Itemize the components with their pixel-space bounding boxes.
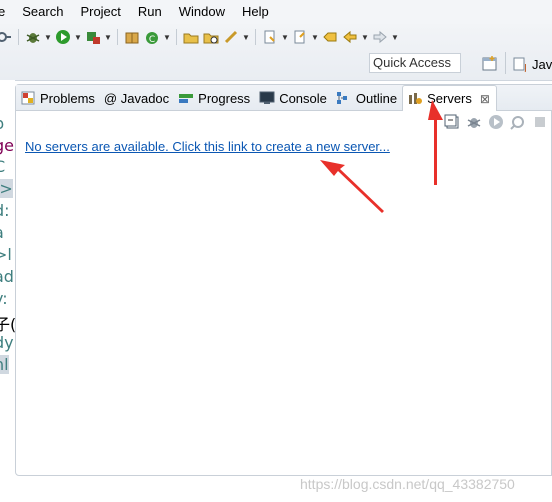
menu-run[interactable]: Run — [129, 0, 170, 24]
menu-project[interactable]: Project — [71, 0, 128, 24]
forward-dropdown-icon[interactable]: ▼ — [390, 28, 400, 46]
java-perspective-icon: J — [512, 55, 530, 73]
editor-line: >l — [0, 245, 12, 264]
back-icon[interactable] — [341, 28, 359, 46]
menu-bar: e Search Project Run Window Help — [0, 0, 552, 24]
next-annotation-icon[interactable] — [261, 28, 279, 46]
svg-text:J: J — [523, 63, 527, 72]
editor-line: |> — [0, 179, 13, 198]
prev-annotation-dropdown-icon[interactable]: ▼ — [310, 28, 320, 46]
tab-label: Progress — [198, 90, 251, 106]
start-server-icon[interactable] — [487, 113, 505, 131]
view-tab-bar: Problems @ Javadoc Progress Console Outl… — [16, 85, 552, 111]
tab-label: Console — [279, 90, 327, 106]
new-class-dropdown-icon[interactable]: ▼ — [162, 28, 172, 46]
external-tools-dropdown-icon[interactable]: ▼ — [103, 28, 113, 46]
console-icon — [259, 90, 275, 106]
last-edit-icon[interactable] — [321, 28, 339, 46]
open-perspective-icon[interactable] — [481, 55, 499, 73]
menu-file[interactable]: e — [0, 0, 13, 24]
editor-line: C — [0, 157, 5, 176]
editor-fragment: p ge C |> d: a >l ad y: 子( dy nl — [0, 80, 15, 502]
next-annotation-dropdown-icon[interactable]: ▼ — [280, 28, 290, 46]
servers-icon — [407, 91, 423, 107]
perspective-separator — [505, 52, 506, 74]
watermark-text: https://blog.csdn.net/qq_43382750 — [300, 476, 515, 492]
new-package-icon[interactable] — [123, 28, 141, 46]
tab-label: Servers — [427, 91, 472, 106]
editor-line: y: — [0, 289, 8, 308]
svg-text:C: C — [149, 35, 155, 45]
open-resource-icon[interactable] — [202, 28, 220, 46]
servers-view-toolbar — [443, 112, 552, 132]
main-toolbar: ▼ ▼ ▼ C ▼ ▼ ▼ ▼ ▼ ▼ — [0, 24, 552, 81]
new-class-icon[interactable]: C — [143, 28, 161, 46]
run-icon[interactable] — [54, 28, 72, 46]
menu-help[interactable]: Help — [233, 0, 277, 24]
java-perspective-label: Jav — [532, 56, 552, 72]
stop-server-icon[interactable] — [531, 113, 549, 131]
editor-line: nl — [0, 355, 9, 374]
forward-icon[interactable] — [371, 28, 389, 46]
tab-problems[interactable]: Problems — [16, 86, 100, 110]
editor-line: ge — [0, 136, 14, 155]
editor-line: ad — [0, 267, 14, 286]
outline-icon — [336, 90, 352, 106]
key-icon[interactable] — [0, 28, 13, 46]
collapse-icon[interactable] — [443, 113, 461, 131]
tab-label: Problems — [40, 90, 95, 106]
menu-window[interactable]: Window — [170, 0, 233, 24]
tab-servers[interactable]: Servers ⊠ — [402, 85, 497, 111]
back-dropdown-icon[interactable]: ▼ — [360, 28, 370, 46]
editor-line: 子( — [0, 315, 15, 334]
editor-line: p — [0, 114, 4, 133]
quick-access-input[interactable]: Quick Access — [369, 53, 461, 73]
editor-line: d: — [0, 201, 10, 220]
tab-label: @ Javadoc — [103, 90, 170, 106]
tab-javadoc[interactable]: @ Javadoc — [100, 86, 174, 110]
open-folder-icon[interactable] — [182, 28, 200, 46]
debug-icon[interactable] — [24, 28, 42, 46]
prev-annotation-icon[interactable] — [291, 28, 309, 46]
debug-dropdown-icon[interactable]: ▼ — [43, 28, 53, 46]
external-tools-icon[interactable] — [84, 28, 102, 46]
debug-server-icon[interactable] — [465, 113, 483, 131]
create-server-link[interactable]: No servers are available. Click this lin… — [25, 139, 390, 154]
tab-progress[interactable]: Progress — [174, 86, 255, 110]
pencil-icon[interactable] — [222, 28, 240, 46]
close-icon[interactable]: ⊠ — [480, 92, 490, 106]
tab-console[interactable]: Console — [255, 86, 332, 110]
progress-icon — [178, 90, 194, 106]
editor-line: a — [0, 223, 4, 242]
pencil-dropdown-icon[interactable]: ▼ — [241, 28, 251, 46]
problems-icon — [20, 90, 36, 106]
profile-server-icon[interactable] — [509, 113, 527, 131]
java-perspective-button[interactable]: J Jav — [512, 53, 552, 75]
menu-search[interactable]: Search — [13, 0, 71, 24]
editor-line: dy — [0, 333, 14, 352]
run-dropdown-icon[interactable]: ▼ — [73, 28, 83, 46]
tab-label: Outline — [355, 90, 398, 106]
tab-outline[interactable]: Outline — [332, 86, 402, 110]
